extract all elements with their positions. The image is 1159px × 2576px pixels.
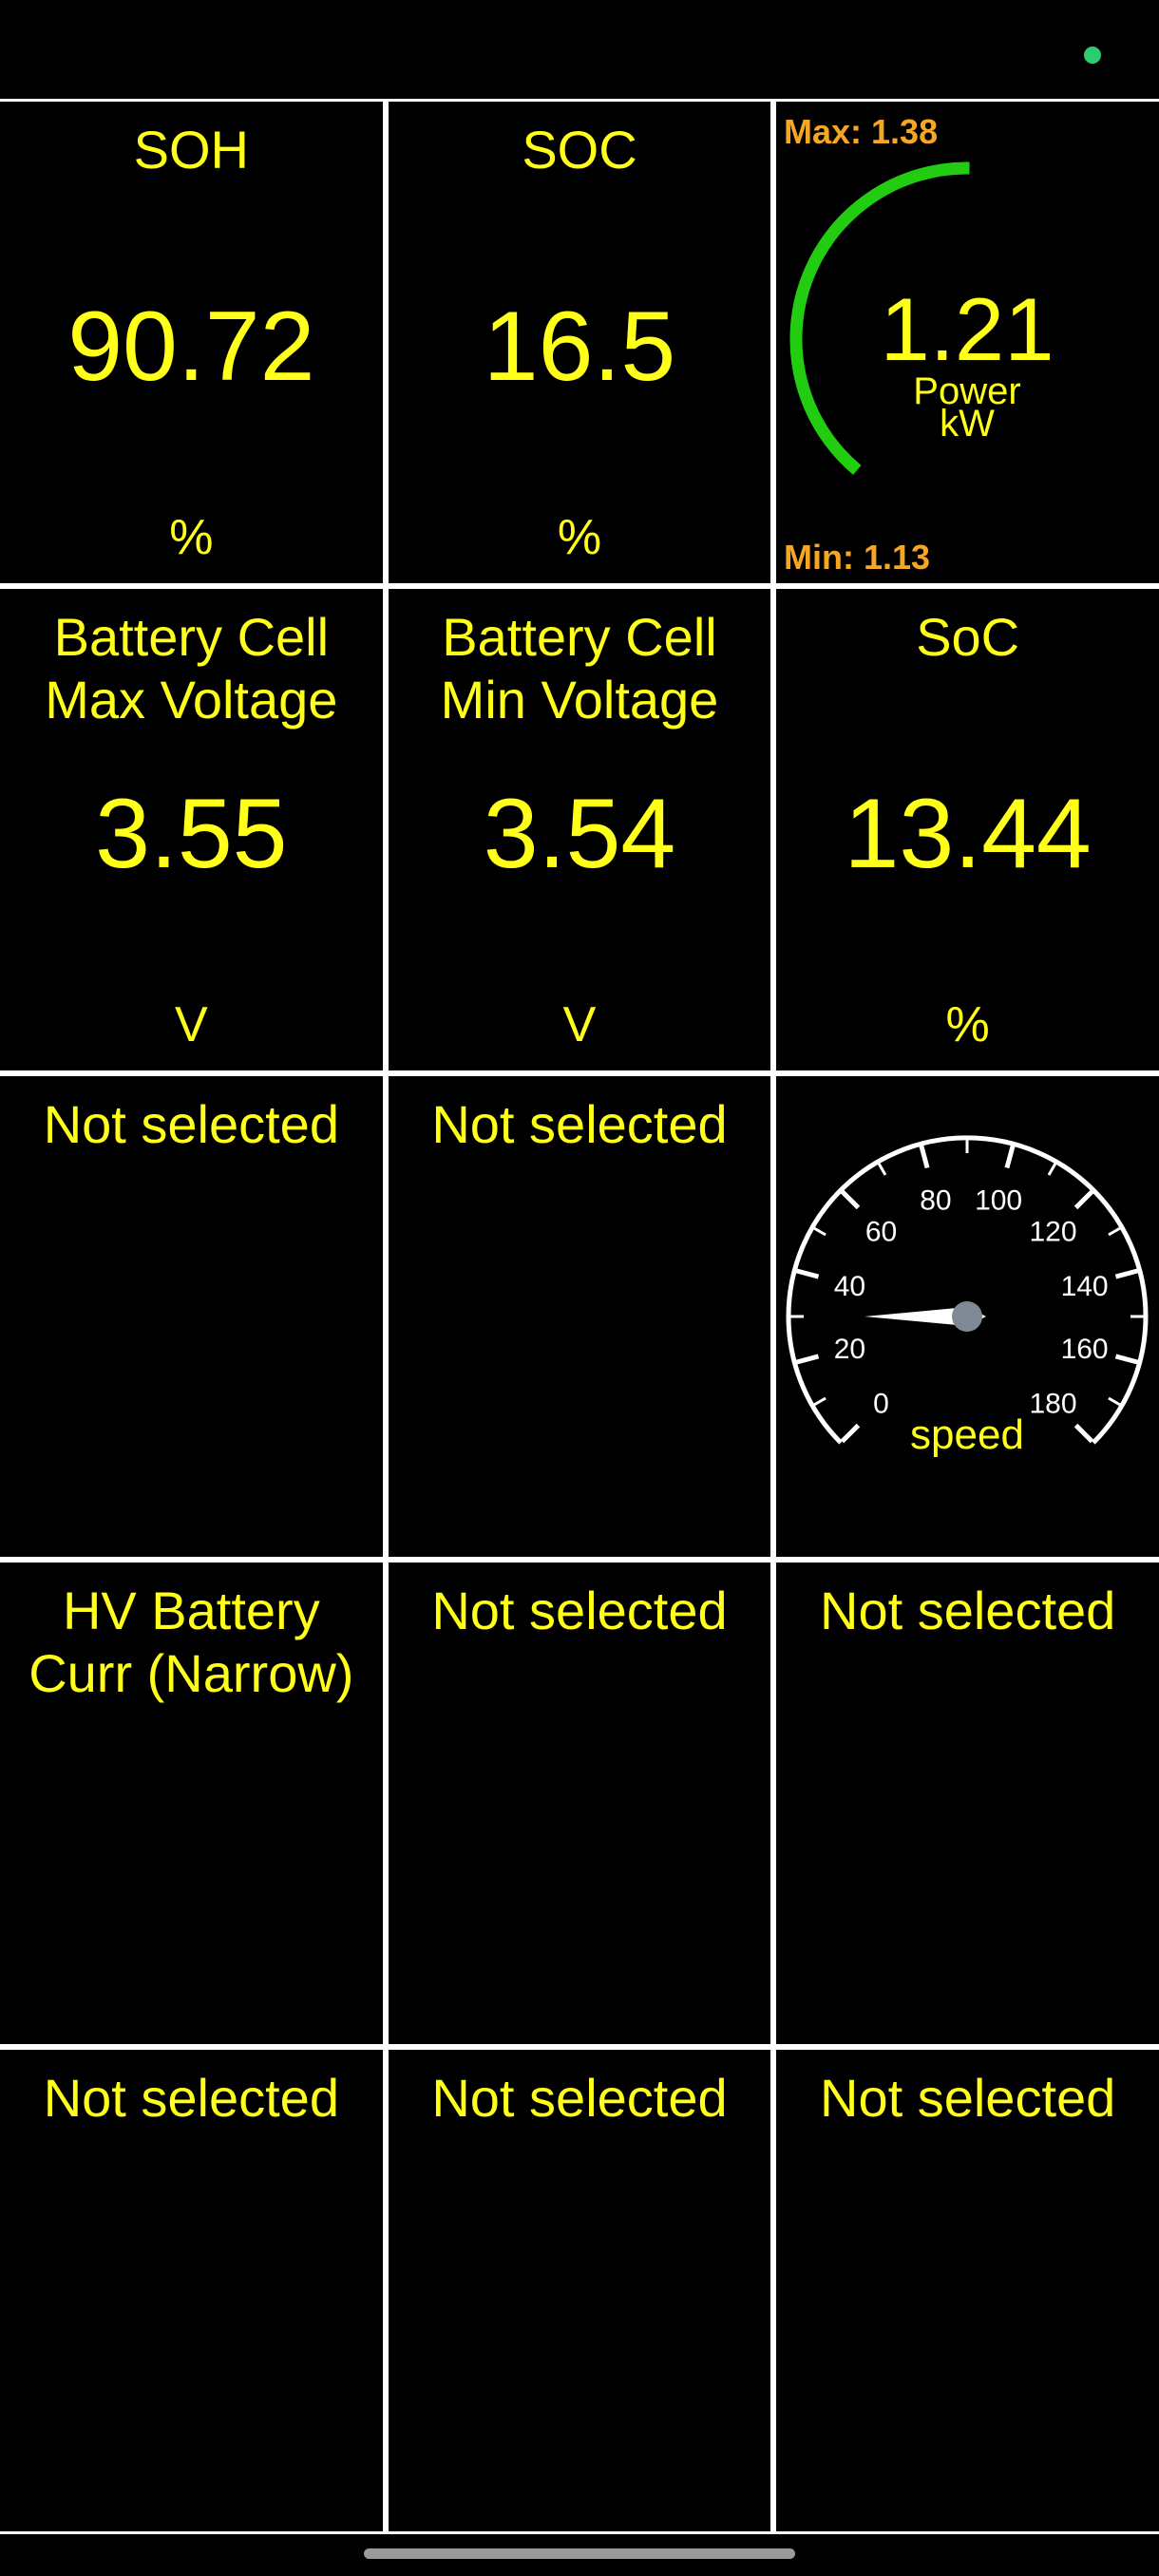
speedometer-tick-label: 160	[1061, 1334, 1109, 1365]
speedometer-tick	[1004, 1145, 1016, 1168]
tile-soc-2[interactable]: SoC 13.44 %	[776, 588, 1159, 1070]
tile-unit: V	[562, 996, 597, 1052]
speedometer-tick-label: 140	[1061, 1270, 1109, 1301]
tile-label-line: HV Battery	[62, 1581, 320, 1641]
speedometer-tick-label: 180	[1030, 1388, 1077, 1419]
tile-value: 13.44	[844, 778, 1092, 889]
power-value: 1.21	[881, 279, 1054, 379]
speedometer-tick	[1074, 1189, 1094, 1209]
tile-label-line: Battery Cell	[53, 606, 330, 667]
speedometer-tick	[813, 1396, 827, 1406]
tile-label: SoC	[916, 606, 1020, 667]
tile-label: Not selected	[43, 2068, 339, 2129]
tile-value: 16.5	[483, 292, 676, 402]
tile-label: Battery Cell Max Voltage	[0, 606, 383, 731]
tile-unit: %	[557, 509, 602, 565]
tile-label: Battery Cell Min Voltage	[389, 606, 771, 731]
tile-soh[interactable]: SOH 90.72 %	[0, 102, 383, 583]
tile-empty[interactable]: Not selected	[776, 2050, 1159, 2531]
tile-label: Not selected	[431, 1581, 728, 1641]
tile-soc[interactable]: SOC 16.5 %	[388, 102, 771, 583]
speedometer-tick-label: 100	[975, 1184, 1022, 1216]
tile-empty[interactable]: Not selected	[0, 2050, 383, 2531]
tile-label-line: Battery Cell	[442, 606, 717, 667]
power-min-label: Min: 1.13	[784, 538, 930, 577]
tile-label: SOC	[522, 120, 637, 180]
tile-value: 3.54	[483, 778, 676, 889]
speedometer-tick	[841, 1423, 861, 1443]
speedometer-gauge: 0 20 4060 80 100 120 140 160 180 speed	[786, 1135, 1149, 1458]
speedometer-tick-label: 40	[834, 1270, 865, 1301]
tile-power-gauge[interactable]: Max: 1.38 1.21 Power kW Min: 1.13	[776, 102, 1159, 583]
status-dot-icon	[1084, 47, 1101, 64]
tile-label: Not selected	[820, 2068, 1116, 2129]
speedometer-tick-label: 120	[1030, 1216, 1077, 1247]
tile-empty[interactable]: Not selected	[0, 1075, 383, 1558]
tile-label: Not selected	[43, 1093, 339, 1154]
tile-label: SOH	[133, 120, 249, 180]
tile-label: HV Battery Curr (Narrow)	[0, 1580, 383, 1705]
speedometer-tick-label: 20	[834, 1334, 865, 1365]
tile-label: Not selected	[820, 1581, 1116, 1641]
speedometer-tick	[796, 1268, 820, 1279]
tile-cell-min-voltage[interactable]: Battery Cell Min Voltage 3.54 V	[388, 588, 771, 1070]
power-unit: kW	[940, 403, 995, 445]
speedometer-tick	[1108, 1396, 1122, 1406]
tile-speedometer[interactable]: 0 20 40 60 80 100 120 140 160 180 speed	[776, 1075, 1159, 1558]
tile-cell-max-voltage[interactable]: Battery Cell Max Voltage 3.55 V	[0, 588, 383, 1070]
speedometer-tick-label: 0	[873, 1388, 889, 1419]
tile-value: 3.55	[95, 778, 288, 889]
speedometer-tick	[919, 1145, 930, 1168]
home-indicator[interactable]	[364, 2548, 795, 2559]
speedometer-tick	[1115, 1354, 1139, 1365]
tile-label-line: Min Voltage	[440, 669, 719, 729]
tile-label-line: Max Voltage	[45, 669, 338, 729]
tile-label: Not selected	[431, 1093, 728, 1154]
tile-label: Not selected	[431, 2068, 728, 2129]
speedometer-tick-label: 80	[921, 1184, 952, 1216]
speedometer-tick	[841, 1189, 861, 1209]
speedometer-tick	[813, 1226, 827, 1236]
speedometer-tick	[1074, 1423, 1094, 1443]
power-max-label: Max: 1.38	[784, 112, 938, 151]
speedometer-tick	[1115, 1268, 1139, 1279]
tile-unit: %	[169, 509, 214, 565]
tile-empty[interactable]: Not selected	[776, 1563, 1159, 2045]
power-gauge: Max: 1.38 1.21 Power kW Min: 1.13	[784, 112, 1054, 577]
speedometer-tick	[796, 1354, 820, 1365]
tile-empty[interactable]: Not selected	[388, 2050, 771, 2531]
tile-label-line: Curr (Narrow)	[28, 1643, 354, 1704]
tile-empty[interactable]: Not selected	[388, 1075, 771, 1558]
tile-unit: %	[945, 996, 990, 1052]
tile-value: 90.72	[67, 292, 315, 402]
speedometer-hub	[952, 1300, 983, 1332]
tile-unit: V	[174, 996, 208, 1052]
tile-hv-battery-current[interactable]: HV Battery Curr (Narrow)	[0, 1563, 383, 2045]
speedometer-tick	[1108, 1226, 1122, 1236]
speedometer-tick	[878, 1162, 887, 1176]
speedometer-label: speed	[910, 1411, 1024, 1458]
tile-empty[interactable]: Not selected	[388, 1563, 771, 2045]
speedometer-tick	[1048, 1162, 1057, 1176]
speedometer-tick-label: 60	[865, 1216, 897, 1247]
dashboard-grid: SOH 90.72 % SOC 16.5 % Max: 1.38 1.21 Po…	[0, 99, 1159, 2534]
